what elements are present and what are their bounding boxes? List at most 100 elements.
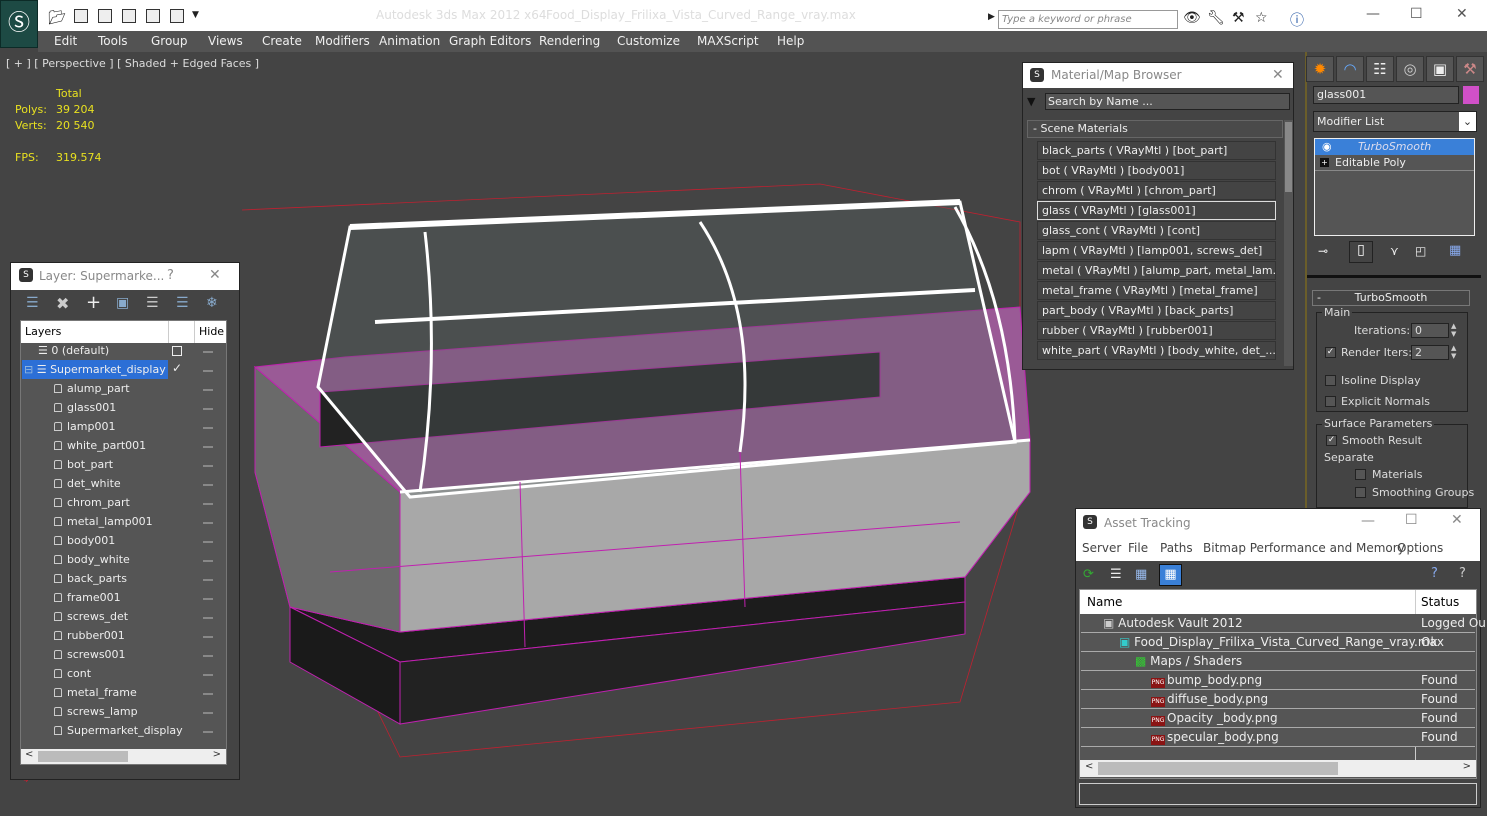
hide-toggle[interactable] [203,465,213,467]
layer-object-row[interactable]: back_parts [22,569,172,588]
subscription-icon[interactable]: ⚒ [1232,10,1245,26]
layer-object-row[interactable]: det_white [22,474,172,493]
material-item[interactable]: glass ( VRayMtl ) [glass001] [1037,201,1276,220]
new-layer-icon[interactable]: ☰ [26,295,39,311]
keyword-search-input[interactable]: Type a keyword or phrase [998,10,1178,29]
material-browser-scrollbar[interactable] [1284,120,1293,366]
undo-icon[interactable] [98,9,112,23]
menu-options[interactable]: Options [1397,541,1443,555]
minimize-button[interactable]: — [1366,6,1380,22]
freeze-all-icon[interactable]: ❄ [206,295,218,311]
hide-toggle[interactable] [203,579,213,581]
material-item[interactable]: metal_frame ( VRayMtl ) [metal_frame] [1037,281,1276,300]
menu-group[interactable]: Group [151,34,188,48]
layer-row-supermarket-display[interactable]: ⊟ ☰ Supermarket_display [22,360,168,379]
favorites-star-icon[interactable]: ☆ [1255,10,1268,26]
lightbulb-icon[interactable]: ◉ [1322,140,1332,153]
quick-access-dropdown-icon[interactable]: ▼ [192,10,199,20]
app-logo-button[interactable]: Ⓢ [0,0,38,48]
delete-layer-icon[interactable]: ✖ [56,294,69,313]
hide-toggle[interactable] [203,351,213,353]
show-end-result-icon[interactable]: ▯ [1349,241,1373,263]
help-icon[interactable]: ? [1459,566,1466,581]
layer-object-row[interactable]: chrom_part [22,493,172,512]
expand-plus-icon[interactable]: + [1320,158,1329,167]
turbosmooth-rollout-header[interactable]: - TurboSmooth [1312,290,1470,306]
menu-animation[interactable]: Animation [379,34,440,48]
asset-row[interactable]: ▩ Maps / Shaders [1081,652,1475,671]
render-iters-spinner[interactable]: 2 [1411,345,1449,360]
menu-server[interactable]: Server [1082,541,1121,555]
smooth-result-checkbox[interactable]: ✓ [1326,435,1337,446]
refresh-icon[interactable]: ⟳ [1083,567,1094,582]
layer-object-row[interactable]: screws001 [22,645,172,664]
layer-object-row[interactable]: body_white [22,550,172,569]
hide-toggle[interactable] [203,427,213,429]
layer-object-row[interactable]: bot_part [22,455,172,474]
hide-toggle[interactable] [203,674,213,676]
layers-column-header[interactable]: Layers [25,325,61,338]
maximize-button[interactable]: ☐ [1405,512,1418,528]
close-material-browser-button[interactable]: ✕ [1272,67,1284,83]
hide-all-icon[interactable]: ☰ [176,295,189,311]
hide-toggle[interactable] [203,408,213,410]
collapse-icon[interactable]: ⊟ [24,363,37,376]
hide-toggle[interactable] [203,598,213,600]
hide-toggle[interactable] [203,655,213,657]
current-layer-checkbox[interactable] [172,346,182,356]
highlight-layer-icon[interactable]: ☰ [146,295,159,311]
pin-stack-icon[interactable]: ⊸ [1318,244,1328,258]
chevron-down-icon[interactable]: ⌄ [1459,112,1476,131]
menu-views[interactable]: Views [208,34,243,48]
stack-item-editable-poly[interactable]: Editable Poly [1315,155,1474,171]
utilities-tab-icon[interactable]: ⚒ [1456,56,1484,82]
table-view-icon[interactable]: ▦ [1159,564,1182,586]
stack-item-turbosmooth[interactable]: TurboSmooth [1315,139,1474,155]
hide-toggle[interactable] [203,389,213,391]
layer-object-row[interactable]: screws_det [22,607,172,626]
create-tab-icon[interactable]: ✹ [1306,56,1334,82]
display-tab-icon[interactable]: ▣ [1426,56,1454,82]
close-layer-panel-button[interactable]: ✕ [209,267,221,283]
hide-toggle[interactable] [203,503,213,505]
menu-modifiers[interactable]: Modifiers [315,34,370,48]
layer-object-row[interactable]: cont [22,664,172,683]
asset-row[interactable]: PNG bump_body.png Found [1081,671,1475,690]
materials-checkbox[interactable] [1355,469,1366,480]
expand-icon[interactable]: ▶ [988,12,995,22]
iterations-spinner[interactable]: 0 [1411,323,1449,338]
binoculars-icon[interactable]: 👁︎ [1183,10,1201,26]
menu-help[interactable]: Help [777,34,804,48]
browser-options-dropdown-icon[interactable]: ▼ [1027,95,1035,108]
hide-toggle[interactable] [203,693,213,695]
menu-maxscript[interactable]: MAXScript [697,34,759,48]
menu-graph-editors[interactable]: Graph Editors [449,34,531,48]
hide-toggle[interactable] [203,636,213,638]
motion-tab-icon[interactable]: ◎ [1396,56,1424,82]
hide-toggle[interactable] [203,484,213,486]
select-objects-icon[interactable]: ▣ [116,295,129,311]
asset-row[interactable]: ▣ Autodesk Vault 2012 Logged Ou [1081,614,1486,633]
menu-rendering[interactable]: Rendering [539,34,600,48]
asset-row[interactable]: PNG specular_body.png Found [1081,728,1475,747]
name-column-header[interactable]: Name [1087,595,1122,609]
hide-toggle[interactable] [203,522,213,524]
layer-object-row[interactable]: metal_frame [22,683,172,702]
render-iters-checkbox[interactable]: ✓ [1325,347,1336,358]
menu-create[interactable]: Create [262,34,302,48]
hide-toggle[interactable] [203,446,213,448]
hide-toggle[interactable] [203,617,213,619]
layer-object-row[interactable]: glass001 [22,398,172,417]
layer-row-default[interactable]: ☰ 0 (default) [22,341,172,360]
status-column-header[interactable]: Status [1421,595,1459,609]
material-item[interactable]: rubber ( VRayMtl ) [rubber001] [1037,321,1276,340]
layer-object-row[interactable]: screws_lamp [22,702,172,721]
material-item[interactable]: lapm ( VRayMtl ) [lamp001, screws_det] [1037,241,1276,260]
layer-object-row[interactable]: white_part001 [22,436,172,455]
hide-toggle[interactable] [203,560,213,562]
hide-toggle[interactable] [203,731,213,733]
asset-horizontal-scrollbar[interactable]: < > [1080,760,1476,777]
material-item[interactable]: metal ( VRayMtl ) [alump_part, metal_lam… [1037,261,1276,280]
close-button[interactable]: ✕ [1456,6,1468,22]
help-icon[interactable]: ⓘ [1290,10,1304,30]
